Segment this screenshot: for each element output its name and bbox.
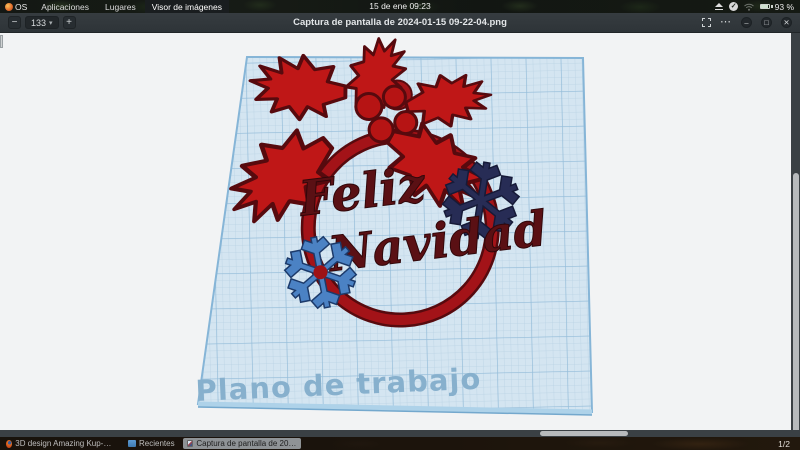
menu-places[interactable]: Lugares [98, 0, 143, 13]
battery-percent: 93 % [774, 1, 794, 12]
zoom-in-button[interactable]: + [62, 16, 76, 29]
menu-applications[interactable]: Aplicaciones [34, 0, 96, 13]
battery-indicator[interactable]: 93 % [760, 2, 794, 12]
window-title: Captura de pantalla de 2024-01-15 09-22-… [293, 17, 507, 28]
chevron-down-icon: ▾ [49, 19, 53, 27]
minimize-button[interactable]: – [741, 17, 752, 28]
fullscreen-icon[interactable] [702, 18, 711, 27]
image-viewer-headerbar: − 133 ▾ + Captura de pantalla de 2024-01… [0, 13, 800, 33]
taskbar-item-image-viewer[interactable]: Captura de pantalla de 2024-01-1... [182, 438, 301, 449]
taskbar-item-browser[interactable]: 3D design Amazing Kup-Bruticus |... [2, 438, 120, 449]
workspace-pager[interactable]: 1/2 [778, 439, 800, 449]
zoom-out-button[interactable]: − [8, 16, 21, 29]
taskbar-item-label: Recientes [139, 439, 175, 448]
horizontal-scrollbar[interactable] [0, 430, 800, 437]
maximize-button[interactable]: □ [761, 17, 772, 28]
menu-dots-icon[interactable]: ⋯ [720, 17, 732, 28]
zoom-level-value: 133 [31, 17, 47, 28]
horizontal-scrollbar-thumb[interactable] [540, 431, 628, 436]
top-panel: OS Aplicaciones Lugares Visor de imágene… [0, 0, 800, 13]
updates-check-icon[interactable]: ✓ [729, 2, 739, 11]
firefox-icon [6, 439, 13, 448]
close-button[interactable]: ✕ [781, 17, 792, 28]
distro-menu[interactable]: OS [0, 0, 32, 13]
vertical-scrollbar[interactable] [791, 33, 800, 450]
viewed-image-canvas[interactable]: ❆ Feliz Navidad ❆ Plano de trabajo [0, 33, 800, 437]
taskbar-item-files[interactable]: Recientes [124, 438, 179, 449]
taskbar: 3D design Amazing Kup-Bruticus |... Reci… [0, 437, 800, 450]
taskbar-item-label: Captura de pantalla de 2024-01-1... [196, 439, 296, 448]
zoom-level-dropdown[interactable]: 133 ▾ [25, 16, 59, 29]
folder-icon [128, 440, 136, 447]
image-edge-artifact [0, 35, 3, 48]
taskbar-item-label: 3D design Amazing Kup-Bruticus |... [15, 439, 116, 448]
distro-logo-label: OS [15, 1, 28, 12]
wifi-icon[interactable] [744, 3, 754, 11]
image-viewer-icon [186, 440, 194, 447]
distro-logo-icon [5, 2, 13, 11]
menu-current-app[interactable]: Visor de imágenes [144, 0, 229, 13]
eject-icon[interactable] [715, 2, 724, 11]
vertical-scrollbar-thumb[interactable] [792, 173, 799, 450]
battery-icon [760, 4, 771, 9]
tinkercad-scene: ❆ Feliz Navidad ❆ Plano de trabajo [195, 33, 594, 416]
desktop-screen: OS Aplicaciones Lugares Visor de imágene… [0, 0, 800, 450]
